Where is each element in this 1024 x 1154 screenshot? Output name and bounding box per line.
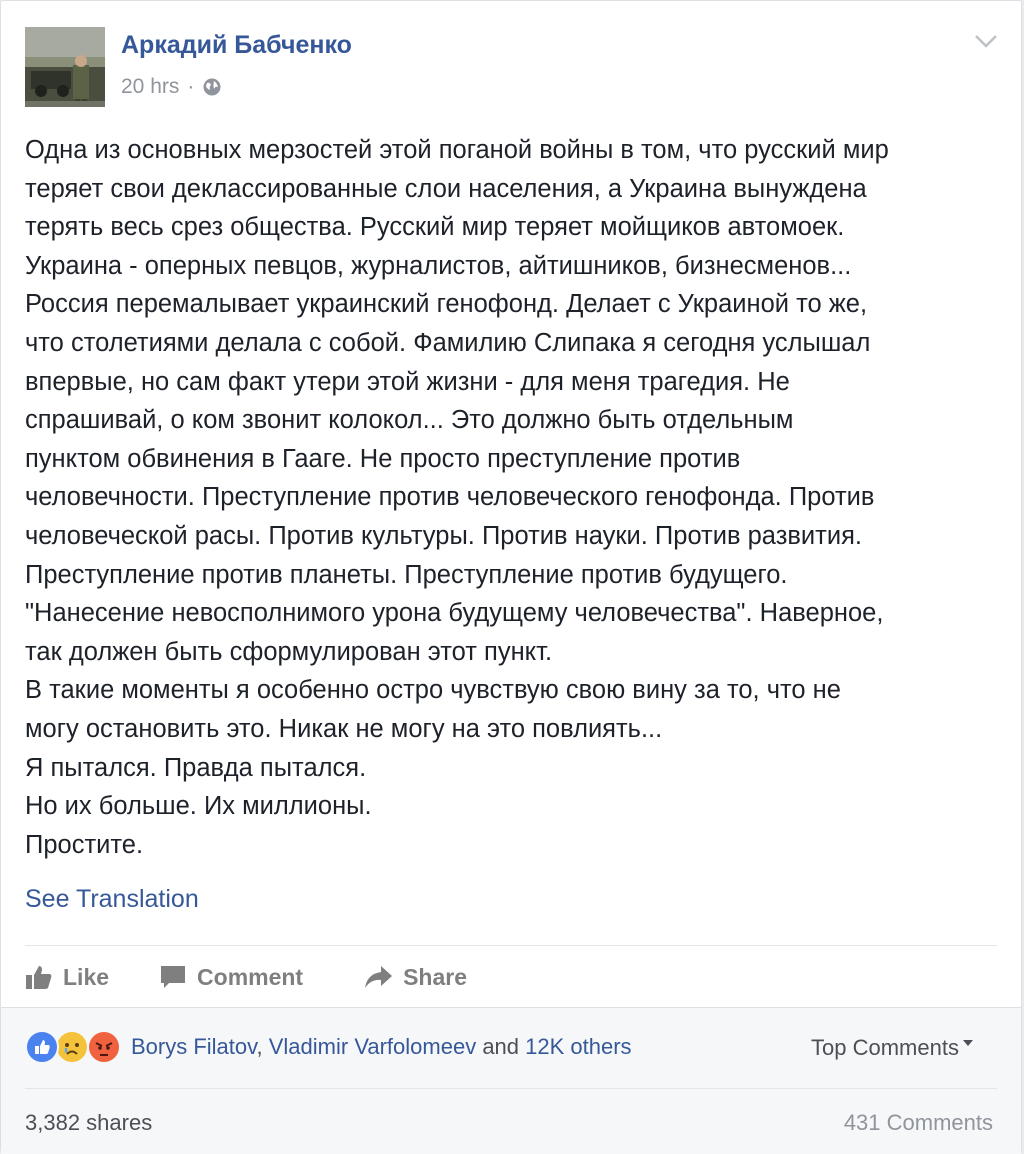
caret-down-icon [962,1040,973,1046]
author-avatar[interactable] [25,27,105,107]
like-label: Like [63,963,110,990]
post-line: человечности. Преступление против челове… [25,483,875,512]
post-line: теряет свои деклассированные слои населе… [25,174,867,203]
post-line: Одна из основных мерзостей этой поганой … [25,136,889,164]
reactor-name[interactable]: Borys Filatov [131,1034,257,1059]
reactors-summary: Borys Filatov, Vladimir Varfolomeev and … [131,1034,632,1060]
post-meta: 20 hrs · [121,75,222,99]
author-name[interactable]: Аркадий Бабченко [121,31,352,60]
post-card: Аркадий Бабченко 20 hrs · Одна из основн… [0,0,1022,1154]
divider [25,945,997,946]
see-translation-link[interactable]: See Translation [25,885,199,914]
sad-reaction-icon [55,1030,89,1064]
post-timestamp[interactable]: 20 hrs [121,75,179,99]
post-line: что столетиями делала с собой. Фамилию С… [25,328,871,357]
reactor-separator: , [256,1034,269,1059]
post-actions: Like Comment Share [25,959,467,995]
divider [25,1088,997,1089]
top-comments-label: Top Comments [811,1035,959,1060]
reactor-others-link[interactable]: 12K others [525,1034,631,1059]
like-button[interactable]: Like [25,964,109,991]
meta-separator: · [187,75,195,98]
avatar-photo [25,27,105,107]
post-line: Россия перемалывает украинский генофонд.… [25,290,868,319]
post-line: человеческой расы. Против культуры. Прот… [25,521,862,550]
reaction-icons[interactable] [25,1030,125,1064]
post-line: Простите. [25,830,144,859]
post-line: Я пытался. Правда пытался. [25,753,367,782]
globe-icon [202,77,222,97]
post-line: Украина - оперных певцов, журналистов, а… [25,251,852,280]
comment-bubble-icon [159,964,187,990]
reactor-name[interactable]: Vladimir Varfolomeev [269,1034,476,1059]
post-line: впервые, но сам факт утери этой жизни - … [25,367,790,396]
comment-label: Comment [197,963,304,990]
top-comments-dropdown[interactable]: Top Comments [811,1035,973,1061]
share-button[interactable]: Share [363,964,467,991]
post-line: терять весь срез общества. Русский мир т… [25,213,845,242]
post-line: Преступление против планеты. Преступлени… [25,560,788,589]
thumbs-up-icon [25,964,53,990]
comment-button[interactable]: Comment [159,964,303,991]
post-line: В такие моменты я особенно остро чувству… [25,676,841,705]
like-reaction-icon [25,1030,59,1064]
post-line: спрашивай, о ком звонит колокол... Это д… [25,406,794,435]
share-arrow-icon [363,964,393,990]
post-line: "Нанесение невосполнимого урона будущему… [25,599,884,628]
post-line: пунктом обвинения в Гааге. Не просто пре… [25,444,741,473]
shares-count[interactable]: 3,382 shares [25,1110,152,1136]
comments-count[interactable]: 431 Comments [844,1110,993,1136]
reactor-and: and [476,1034,526,1059]
chevron-down-icon[interactable] [973,31,999,51]
angry-reaction-icon [87,1030,121,1064]
post-line: так должен быть сформулирован этот пункт… [25,637,553,666]
post-line: могу остановить это. Никак не могу на эт… [25,714,663,743]
post-line: Но их больше. Их миллионы. [25,792,372,821]
share-label: Share [403,963,468,990]
post-body: Одна из основных мерзостей этой поганой … [25,131,995,864]
